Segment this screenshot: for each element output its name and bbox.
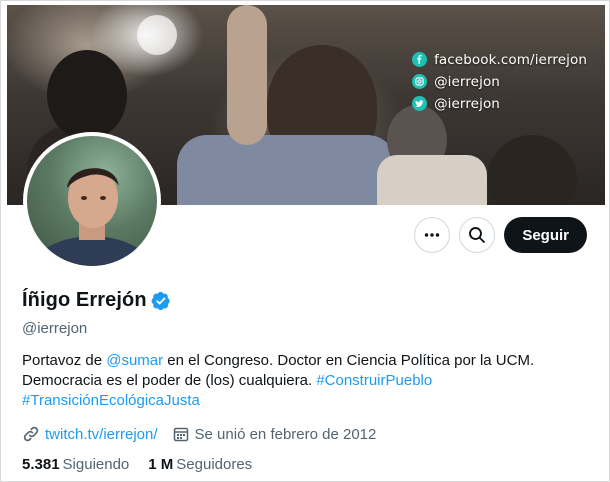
bio-hashtag-link[interactable]: #ConstruirPueblo [316, 372, 432, 389]
following-label: Siguiendo [62, 456, 130, 473]
profile-actions: Seguir [414, 217, 587, 253]
joined-date: Se unió en febrero de 2012 [194, 425, 377, 443]
social-row-instagram: @ierrejon [412, 71, 587, 92]
social-text-facebook: facebook.com/ierrejon [434, 51, 587, 68]
social-row-facebook: facebook.com/ierrejon [412, 49, 587, 70]
link-icon [23, 426, 39, 442]
follow-stats: 5.381 Siguiendo 1 M Seguidores [22, 456, 592, 473]
bio-mention-link[interactable]: @sumar [106, 352, 163, 369]
crowd-figure [177, 135, 397, 205]
bio-text: Portavoz de [22, 352, 107, 369]
more-button[interactable] [414, 217, 451, 253]
verified-badge-icon[interactable] [151, 291, 171, 311]
social-text-twitter: @ierrejon [434, 95, 500, 112]
profile-info: Íñigo Errejón @ierrejon Portavoz de @sum… [22, 289, 592, 473]
handle: @ierrejon [22, 320, 88, 337]
website-item: twitch.tv/ierrejon/ [22, 425, 158, 443]
bio-text: Democracia es el poder de (los) cualquie… [22, 372, 317, 389]
social-row-twitter: @ierrejon [412, 93, 587, 114]
bio: Portavoz de @sumar en el Congreso. Docto… [22, 351, 592, 411]
instagram-icon [412, 74, 428, 89]
profile-meta: twitch.tv/ierrejon/ Se unió en febrero d… [22, 425, 592, 443]
name-row: Íñigo Errejón [22, 289, 592, 312]
follow-button[interactable]: Seguir [504, 217, 587, 253]
twitter-icon [412, 96, 428, 111]
social-text-instagram: @ierrejon [434, 73, 500, 90]
followers-stat[interactable]: 1 M Seguidores [148, 456, 252, 473]
more-icon [425, 233, 440, 237]
crowd-figure [227, 5, 267, 145]
search-icon [469, 227, 486, 243]
bio-text: en el Congreso. Doctor en Ciencia Políti… [163, 352, 535, 369]
calendar-icon [173, 427, 188, 442]
facebook-icon [412, 52, 428, 67]
crowd-figure [47, 50, 127, 140]
profile-page: facebook.com/ierrejon @ierrejon @ierrejo… [0, 0, 610, 482]
website-link[interactable]: twitch.tv/ierrejon/ [45, 426, 158, 443]
crowd-figure [377, 155, 487, 205]
display-name: Íñigo Errejón [22, 289, 147, 311]
banner-social-list: facebook.com/ierrejon @ierrejon @ierrejo… [412, 49, 587, 115]
stage-light [137, 15, 177, 55]
crowd-figure [487, 135, 577, 205]
joined-item: Se unió en febrero de 2012 [172, 425, 377, 443]
bio-hashtag-link[interactable]: #TransiciónEcológicaJusta [22, 392, 200, 409]
avatar-portrait [27, 168, 157, 266]
followers-label: Seguidores [176, 456, 253, 473]
following-stat[interactable]: 5.381 Siguiendo [22, 456, 129, 473]
following-count: 5.381 [22, 456, 60, 473]
avatar[interactable] [23, 132, 161, 270]
search-button[interactable] [459, 217, 496, 253]
followers-count: 1 M [148, 456, 174, 473]
